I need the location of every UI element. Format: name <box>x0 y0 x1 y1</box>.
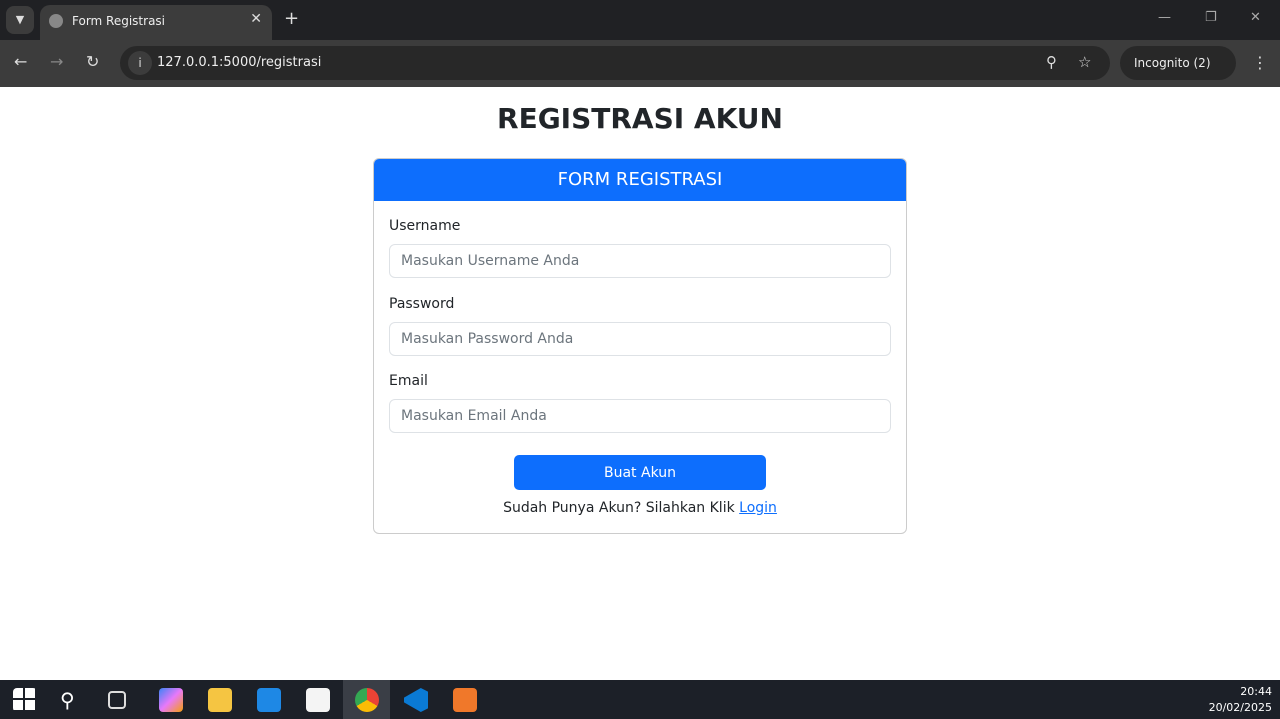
password-label: Password <box>389 296 455 312</box>
username-input[interactable] <box>389 244 891 278</box>
create-account-button[interactable]: Buat Akun <box>514 455 766 490</box>
windows-start-icon[interactable] <box>13 688 37 712</box>
vscode-icon[interactable] <box>404 688 428 712</box>
page-title: REGISTRASI AKUN <box>497 102 783 135</box>
incognito-label: Incognito (2) <box>1134 56 1211 70</box>
email-label: Email <box>389 373 428 389</box>
username-label: Username <box>389 218 461 234</box>
globe-icon <box>49 14 63 28</box>
chrome-icon[interactable] <box>355 688 379 712</box>
address-bar[interactable]: i 127.0.0.1:5000/registrasi ⚲ ☆ <box>120 46 1110 80</box>
close-tab-icon[interactable]: ✕ <box>250 11 262 27</box>
minimize-button[interactable]: — <box>1158 10 1171 25</box>
copilot-icon[interactable] <box>159 688 183 712</box>
new-tab-button[interactable]: + <box>284 8 299 29</box>
card-header: FORM REGISTRASI <box>374 159 906 201</box>
url-text[interactable]: 127.0.0.1:5000/registrasi <box>157 55 321 70</box>
incognito-button[interactable]: Incognito (2) <box>1120 46 1236 80</box>
close-window-button[interactable]: ✕ <box>1250 10 1261 25</box>
clock-time: 20:44 <box>1240 685 1272 698</box>
tab-search-button[interactable]: ▼ <box>6 6 34 34</box>
xampp-icon[interactable] <box>453 688 477 712</box>
menu-icon[interactable]: ⋮ <box>1252 53 1268 72</box>
reload-button[interactable]: ↻ <box>86 52 99 71</box>
system-clock[interactable]: 20:44 20/02/2025 <box>1209 684 1272 716</box>
forward-button[interactable]: → <box>50 52 63 71</box>
restore-button[interactable]: ❐ <box>1205 10 1217 25</box>
site-info-icon[interactable]: i <box>128 51 152 75</box>
task-view-icon[interactable] <box>108 691 126 709</box>
tab-bar: ▼ Form Registrasi ✕ + — ❐ ✕ <box>0 0 1280 40</box>
store-icon[interactable] <box>306 688 330 712</box>
tab-title: Form Registrasi <box>72 14 166 28</box>
bookmark-star-icon[interactable]: ☆ <box>1078 53 1091 71</box>
zoom-icon[interactable]: ⚲ <box>1046 53 1057 71</box>
file-explorer-icon[interactable] <box>208 688 232 712</box>
login-prompt-text: Sudah Punya Akun? Silahkan Klik <box>503 500 740 516</box>
login-prompt: Sudah Punya Akun? Silahkan Klik Login <box>374 500 906 516</box>
clock-date: 20/02/2025 <box>1208 701 1272 714</box>
taskbar: ⚲ 20:44 20/02/2025 <box>0 680 1280 719</box>
browser-toolbar: ← → ↻ i 127.0.0.1:5000/registrasi ⚲ ☆ In… <box>0 40 1280 87</box>
registration-card: FORM REGISTRASI Username Password Email … <box>373 158 907 534</box>
search-icon[interactable]: ⚲ <box>60 688 84 712</box>
back-button[interactable]: ← <box>14 52 27 71</box>
mail-icon[interactable] <box>257 688 281 712</box>
login-link[interactable]: Login <box>739 500 777 516</box>
password-input[interactable] <box>389 322 891 356</box>
tab-form-registrasi[interactable]: Form Registrasi ✕ <box>40 5 272 40</box>
email-input[interactable] <box>389 399 891 433</box>
